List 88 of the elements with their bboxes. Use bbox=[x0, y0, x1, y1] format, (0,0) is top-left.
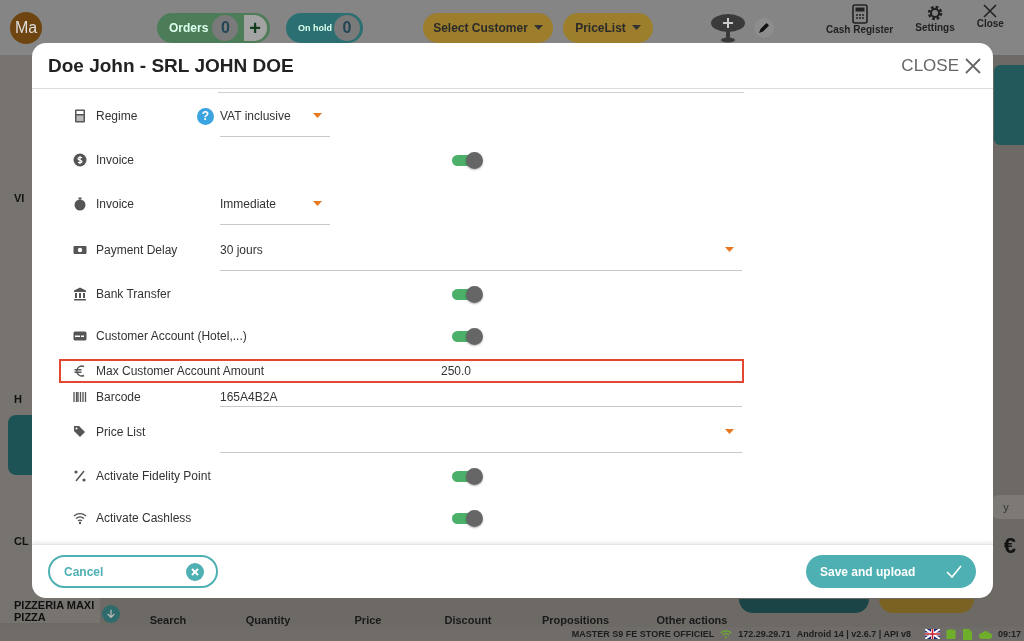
field-label: Invoice bbox=[96, 153, 135, 167]
toggle-switch[interactable] bbox=[452, 512, 482, 524]
close-circle-icon bbox=[186, 562, 204, 581]
field-label: Regime bbox=[96, 109, 138, 123]
toolbar-button[interactable]: Search bbox=[118, 614, 218, 627]
caret-icon bbox=[725, 247, 734, 252]
banknote-icon bbox=[73, 243, 87, 257]
ip-address: 172.29.29.71 bbox=[738, 629, 791, 639]
field-label: Customer Account (Hotel,...) bbox=[96, 329, 247, 343]
card-icon bbox=[73, 329, 87, 343]
cash-register-button[interactable]: Cash Register bbox=[826, 4, 894, 44]
scroll-down-button[interactable] bbox=[102, 605, 120, 623]
field-label: Max Customer Account Amount bbox=[96, 364, 265, 378]
toolbar-button[interactable]: Propositions bbox=[518, 614, 633, 627]
category-label: H bbox=[14, 393, 23, 405]
save-button[interactable]: Save and upload bbox=[806, 555, 976, 588]
dropdown-field[interactable]: VAT inclusive bbox=[220, 95, 330, 137]
version-info: Android 14 | v2.6.7 | API v8 bbox=[796, 629, 911, 639]
field-label: Activate Cashless bbox=[96, 511, 192, 525]
select-customer-button[interactable]: Select Customer bbox=[423, 12, 553, 43]
category-label: CL bbox=[14, 535, 30, 547]
coin-icon bbox=[73, 153, 87, 167]
toggle-switch[interactable] bbox=[452, 288, 482, 300]
amount-field[interactable]: 250.0 bbox=[441, 361, 742, 381]
dialog-close-button[interactable]: CLOSE bbox=[901, 55, 981, 76]
barcode-icon bbox=[73, 390, 87, 404]
percent-icon bbox=[73, 469, 87, 483]
cloud-icon bbox=[978, 629, 992, 639]
toolbar-button[interactable]: Other actions bbox=[633, 614, 751, 627]
category-label: PIZZERIA MAXI PIZZA bbox=[14, 599, 96, 623]
close-icon bbox=[965, 57, 981, 74]
check-icon bbox=[946, 564, 962, 579]
caret-icon bbox=[313, 201, 322, 206]
dropdown-field[interactable]: Immediate bbox=[220, 183, 330, 225]
euro-icon bbox=[73, 364, 87, 378]
user-avatar[interactable]: Ma bbox=[10, 11, 42, 44]
store-name: MASTER S9 FE STORE OFFICIEL bbox=[571, 629, 715, 639]
calculator-icon bbox=[851, 4, 868, 24]
toggle-switch[interactable] bbox=[452, 154, 482, 166]
category-label: VI bbox=[14, 192, 26, 204]
toggle-switch[interactable] bbox=[452, 470, 482, 482]
close-button[interactable]: Close bbox=[976, 4, 1004, 44]
price-list-button[interactable]: PriceList bbox=[563, 12, 653, 43]
currency-symbol: € bbox=[1003, 533, 1016, 559]
caret-icon bbox=[313, 113, 322, 118]
caret-icon bbox=[533, 25, 543, 30]
barcode-field[interactable]: 165A4B2A bbox=[220, 387, 742, 407]
orders-pill[interactable]: Orders 0 + bbox=[157, 12, 270, 43]
field-label: Barcode bbox=[96, 390, 141, 404]
add-order[interactable]: + bbox=[244, 14, 267, 41]
dialog-title: Doe John - SRL JOHN DOE bbox=[48, 54, 294, 77]
caret-icon bbox=[725, 429, 734, 434]
close-icon bbox=[983, 4, 998, 18]
cancel-button[interactable]: Cancel bbox=[48, 555, 218, 588]
settings-icon bbox=[925, 4, 944, 22]
wifi-icon bbox=[720, 629, 733, 639]
down-arrow-icon bbox=[106, 609, 116, 619]
document-icon bbox=[961, 628, 973, 640]
stopwatch-icon bbox=[73, 197, 87, 211]
on-hold-count: 0 bbox=[334, 14, 360, 41]
dropdown-value: VAT inclusive bbox=[220, 108, 291, 123]
dropdown-field[interactable]: 30 jours bbox=[220, 229, 742, 271]
order-count: 0 bbox=[212, 14, 239, 41]
tags-icon bbox=[73, 425, 87, 439]
pencil-icon[interactable] bbox=[754, 17, 774, 38]
calculator-icon bbox=[73, 109, 87, 123]
table-icon[interactable] bbox=[710, 12, 746, 43]
field-label: Price List bbox=[96, 425, 146, 439]
dropdown-value: 30 jours bbox=[220, 242, 263, 257]
receipt-tile[interactable] bbox=[994, 65, 1024, 145]
toolbar-button[interactable]: Quantity bbox=[218, 614, 318, 627]
database-icon bbox=[945, 628, 956, 640]
field-label: Invoice bbox=[96, 197, 135, 211]
field-label: Bank Transfer bbox=[96, 287, 171, 301]
settings-button[interactable]: Settings bbox=[915, 4, 955, 44]
help-badge[interactable]: ? bbox=[197, 107, 214, 125]
toggle-switch[interactable] bbox=[452, 330, 482, 342]
clock-time: 09:17 bbox=[997, 629, 1021, 639]
field-label: Payment Delay bbox=[96, 243, 178, 257]
caret-icon bbox=[631, 25, 641, 30]
toolbar-button[interactable]: Discount bbox=[418, 614, 518, 627]
on-hold-pill[interactable]: On hold 0 bbox=[286, 12, 363, 43]
toolbar-button[interactable]: Price bbox=[318, 614, 418, 627]
dropdown-value: Immediate bbox=[220, 196, 277, 211]
flag-icon bbox=[924, 629, 940, 639]
field-label: Activate Fidelity Point bbox=[96, 469, 211, 483]
bank-icon bbox=[73, 287, 87, 301]
wifi-icon bbox=[73, 511, 87, 525]
